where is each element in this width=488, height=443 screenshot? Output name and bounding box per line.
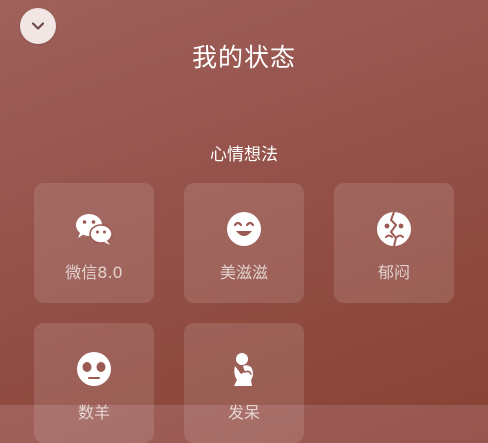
status-tile-daze[interactable]: 发呆	[184, 323, 304, 443]
tile-label: 美滋滋	[219, 263, 268, 282]
smile-face-icon	[224, 209, 264, 249]
tile-label: 郁闷	[377, 263, 410, 282]
page-title: 我的状态	[191, 43, 296, 72]
thinking-figure-icon	[224, 349, 264, 389]
tile-label: 发呆	[227, 403, 260, 422]
gloomy-face-icon	[374, 209, 414, 249]
status-tile-gloomy[interactable]: 郁闷	[334, 183, 454, 303]
tile-label: 数羊	[77, 403, 110, 422]
status-tile-wechat[interactable]: 微信8.0	[34, 183, 154, 303]
sleepy-face-icon	[74, 349, 114, 389]
wechat-icon	[74, 209, 114, 249]
tile-label: 微信8.0	[65, 263, 123, 282]
section-title: 心情想法	[210, 145, 278, 165]
chevron-down-icon	[31, 22, 45, 30]
status-tile-counting-sheep[interactable]: 数羊	[34, 323, 154, 443]
status-tile-happy[interactable]: 美滋滋	[184, 183, 304, 303]
